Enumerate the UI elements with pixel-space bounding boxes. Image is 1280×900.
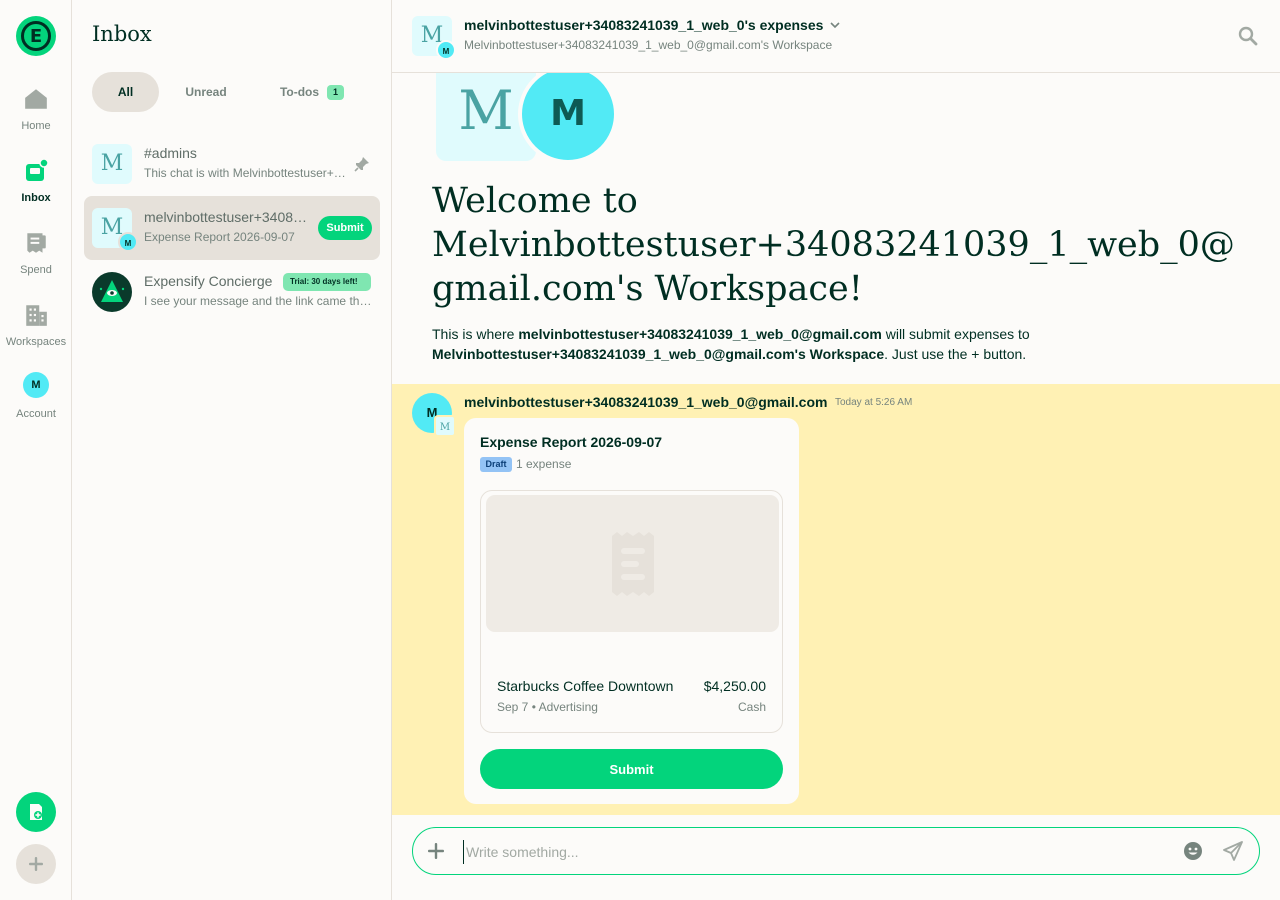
welcome-workspace: Melvinbottestuser+34083241039_1_web_0@gm…	[432, 346, 885, 362]
filter-unread[interactable]: Unread	[169, 72, 243, 112]
expense-merchant: Starbucks Coffee Downtown	[497, 678, 674, 694]
search-icon[interactable]	[1238, 26, 1258, 46]
send-icon[interactable]	[1223, 841, 1243, 861]
welcome-text-part: . Just use the + button.	[884, 346, 1027, 362]
user-avatar-badge: M	[436, 40, 456, 60]
message-composer	[412, 827, 1260, 875]
receipt-placeholder-icon	[611, 531, 654, 596]
report-content: M M Welcome to Melvinbottestuser+3408324…	[392, 73, 1280, 815]
home-icon	[25, 89, 47, 109]
workspace-badge: M	[434, 415, 456, 437]
nav-account-label: Account	[16, 408, 56, 420]
logo-letter: E	[21, 21, 51, 51]
inbox-panel: Inbox All Unread To-dos 1 M #admins This…	[72, 0, 392, 900]
expense-amount: $4,250.00	[703, 678, 766, 694]
nav-spend[interactable]: Spend	[0, 230, 72, 278]
nav-inbox-label: Inbox	[21, 192, 51, 204]
pin-icon	[354, 157, 369, 172]
chat-name: Expensify Concierge	[144, 273, 273, 289]
new-expense-button[interactable]	[16, 792, 56, 832]
welcome-text-part: will submit expenses to	[881, 326, 1030, 342]
receipt-icon	[27, 233, 46, 253]
new-expense-icon	[30, 804, 42, 820]
workspace-avatar: M	[92, 144, 132, 184]
chat-row-admins[interactable]: M #admins This chat is with Melvinbottes…	[84, 132, 380, 196]
expense-item[interactable]: Starbucks Coffee Downtown $4,250.00 Sep …	[480, 490, 783, 733]
chat-row-concierge[interactable]: Expensify Concierge Trial: 30 days left!…	[84, 260, 380, 324]
report-message: M M melvinbottestuser+34083241039_1_web_…	[392, 384, 1280, 815]
report-title[interactable]: melvinbottestuser+34083241039_1_web_0's …	[464, 17, 841, 33]
nav-rail: E Home Inbox Spend Workspaces M Account	[0, 0, 72, 900]
welcome-heading: Welcome to Melvinbottestuser+34083241039…	[432, 181, 1235, 309]
filter-all[interactable]: All	[92, 72, 159, 112]
submit-report-button[interactable]: Submit	[318, 216, 372, 240]
chat-preview: Expense Report 2026-09-07	[144, 230, 295, 244]
create-button[interactable]	[16, 844, 56, 884]
trial-badge: Trial: 30 days left!	[283, 273, 371, 291]
submit-button[interactable]: Submit	[480, 749, 783, 789]
expense-payment-type: Cash	[737, 700, 766, 714]
workspace-subtitle: Melvinbottestuser+34083241039_1_web_0@gm…	[464, 38, 833, 52]
nav-workspaces[interactable]: Workspaces	[0, 302, 72, 350]
status-badge: Draft	[480, 457, 512, 472]
nav-spend-label: Spend	[20, 264, 52, 276]
chat-row-expenses[interactable]: M M melvinbottestuser+34083241039_1_web_…	[84, 196, 380, 260]
concierge-avatar	[92, 272, 132, 312]
inbox-title: Inbox	[92, 22, 152, 46]
message-input[interactable]	[463, 840, 1163, 864]
inbox-icon	[26, 158, 49, 181]
emoji-icon[interactable]	[1183, 841, 1203, 861]
add-attachment-icon[interactable]	[425, 840, 447, 862]
expense-date-category: Sep 7 • Advertising	[497, 700, 598, 714]
nav-workspaces-label: Workspaces	[5, 336, 67, 348]
nav-home[interactable]: Home	[0, 86, 72, 134]
nav-account[interactable]: M Account	[0, 372, 72, 422]
chat-preview: This chat is with Melvinbottestuser+3408…	[144, 166, 348, 180]
message-author[interactable]: melvinbottestuser+34083241039_1_web_0@gm…	[464, 394, 827, 410]
user-avatar-badge: M	[118, 232, 138, 252]
chat-name: #admins	[144, 145, 197, 161]
user-avatar-large: M	[518, 73, 618, 164]
receipt-placeholder	[486, 495, 779, 632]
welcome-text-part: This is where	[432, 326, 519, 342]
filter-todos-label: To-dos	[279, 85, 320, 99]
filter-todos[interactable]: To-dos 1	[267, 72, 357, 112]
todos-count-badge: 1	[327, 84, 345, 100]
chat-header: M M melvinbottestuser+34083241039_1_web_…	[392, 0, 1280, 73]
nav-home-label: Home	[21, 120, 51, 132]
chat-preview: I see your message and the link came thr…	[144, 294, 372, 308]
concierge-icon	[99, 280, 125, 302]
message-timestamp: Today at 5:26 AM	[835, 397, 913, 408]
account-avatar: M	[23, 372, 49, 398]
plus-icon	[29, 857, 43, 871]
filter-all-label: All	[117, 85, 134, 99]
report-title-text: melvinbottestuser+34083241039_1_web_0's …	[464, 17, 824, 33]
welcome-email: melvinbottestuser+34083241039_1_web_0@gm…	[518, 326, 882, 342]
report-card-title: Expense Report 2026-09-07	[480, 434, 663, 450]
filter-unread-label: Unread	[185, 85, 227, 99]
nav-inbox[interactable]: Inbox	[0, 158, 72, 206]
report-preview-card[interactable]: Expense Report 2026-09-07 Draft 1 expens…	[464, 418, 799, 804]
chat-name: melvinbottestuser+34083241039_1_web_0@gm…	[144, 209, 308, 225]
expense-count: 1 expense	[516, 457, 572, 471]
chevron-down-icon	[830, 22, 840, 29]
building-icon	[26, 305, 47, 326]
welcome-text: This is where melvinbottestuser+34083241…	[432, 324, 1252, 364]
expensify-logo[interactable]: E	[16, 16, 56, 56]
